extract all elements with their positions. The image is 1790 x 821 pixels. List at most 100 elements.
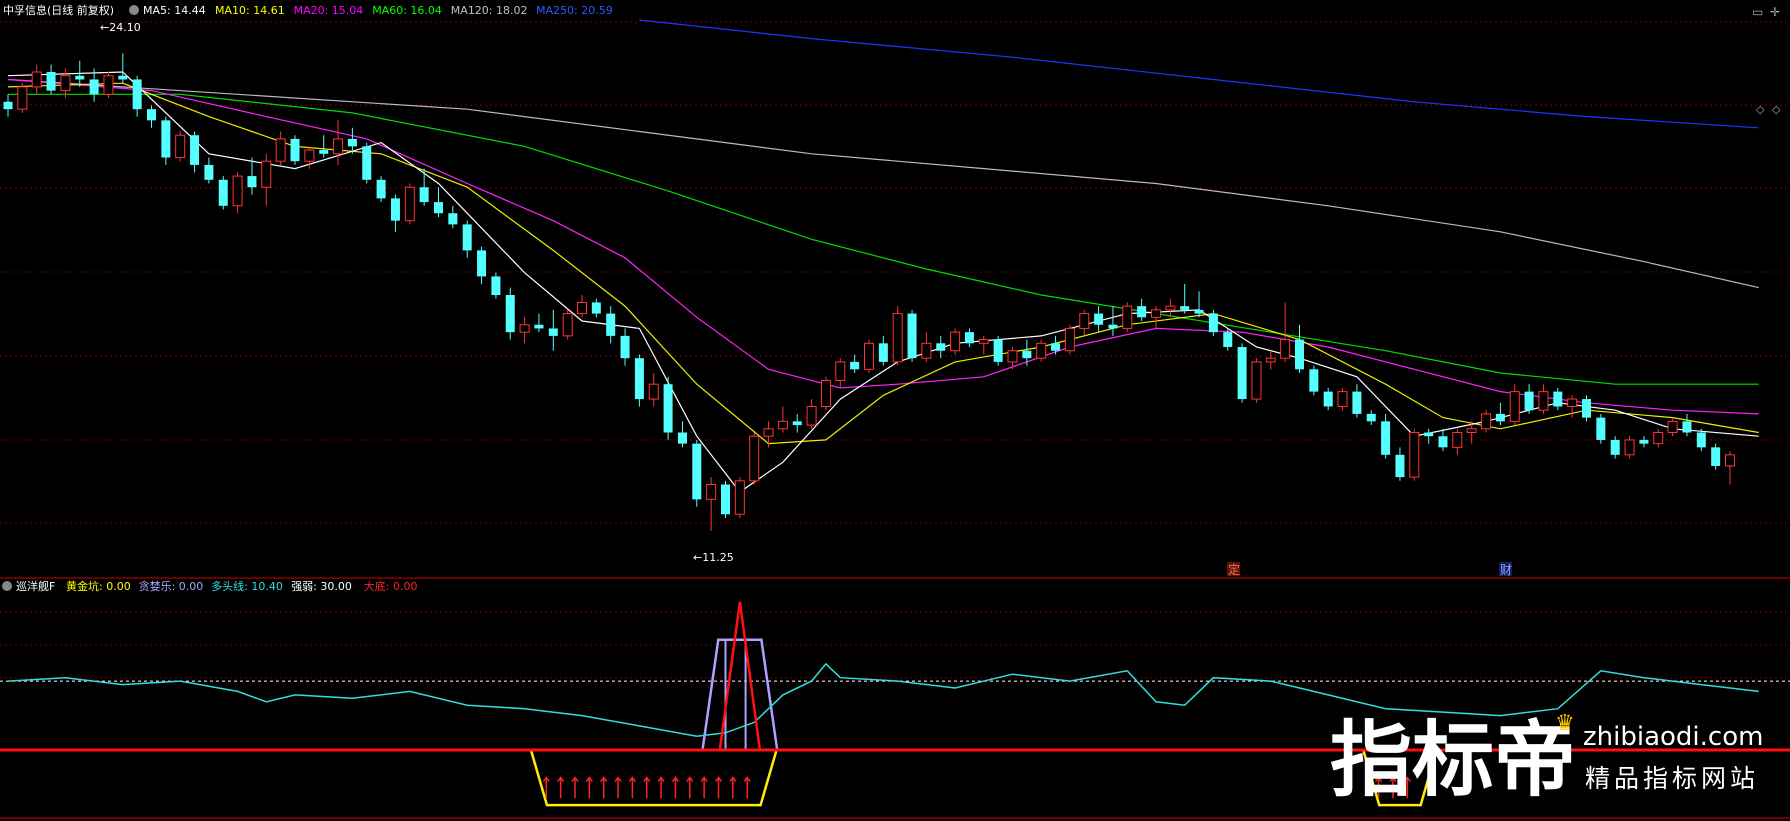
candle — [1064, 324, 1075, 355]
candle-body-up — [17, 86, 28, 110]
candle — [261, 153, 272, 206]
indicator-legend-item: 多头线: 10.40 — [211, 579, 283, 593]
candle-body-down — [792, 421, 802, 426]
candle-body-up — [1538, 391, 1549, 411]
candle-body-down — [850, 361, 860, 370]
candle — [1495, 402, 1505, 426]
candle-body-down — [1424, 432, 1434, 437]
candle-body-up — [1725, 454, 1735, 467]
candle — [1667, 417, 1678, 437]
candle — [103, 72, 114, 99]
candle-body-down — [1094, 313, 1104, 325]
candle-body-down — [1180, 306, 1190, 310]
candle-body-up — [1466, 428, 1477, 433]
candle-body-down — [878, 343, 888, 362]
candle-body-up — [60, 75, 71, 92]
candle — [1366, 410, 1376, 426]
candle — [978, 335, 989, 355]
candle — [1051, 335, 1061, 355]
candle — [1610, 436, 1620, 459]
candle — [1711, 443, 1721, 470]
candle-body-down — [1639, 439, 1649, 444]
candle — [1596, 413, 1606, 444]
scroll-diamond-icon[interactable]: ◇ — [1772, 103, 1781, 116]
ma-legend: MA5: 14.44 MA10: 14.61 MA20: 15.04 MA60: 16… — [143, 4, 613, 17]
candle-body-down — [290, 138, 300, 162]
candle-body-down — [477, 250, 487, 277]
bottom-arrow — [657, 776, 665, 799]
ma250-line — [639, 19, 1759, 129]
candle — [247, 157, 257, 195]
candle-body-down — [1323, 391, 1333, 407]
candle-body-up — [1567, 398, 1578, 407]
candle-body-down — [663, 384, 673, 433]
candle — [390, 194, 400, 232]
candle-body-up — [519, 324, 530, 333]
candle-body-up — [304, 149, 315, 162]
candle-body-down — [721, 484, 730, 515]
candle — [1337, 387, 1348, 411]
candle-body-down — [620, 335, 630, 359]
candle — [634, 354, 644, 407]
candle-body-down — [118, 75, 128, 80]
ma5-line — [7, 71, 1759, 493]
candle-body-down — [347, 138, 357, 147]
candle-body-up — [232, 175, 243, 207]
candle-body-up — [1509, 391, 1520, 422]
candle-body-down — [419, 187, 429, 203]
candle — [692, 439, 702, 507]
candle-body-up — [1337, 391, 1348, 407]
candle-body-up — [763, 428, 774, 437]
bottom-arrow — [628, 776, 637, 799]
ma-legend-item: MA5: 14.44 — [143, 4, 206, 17]
candle-body-down — [1295, 339, 1304, 370]
candle-body-up — [103, 75, 114, 95]
ma10-line — [7, 82, 1759, 445]
candle — [448, 205, 458, 229]
candle — [548, 309, 558, 351]
bottom-arrow — [643, 776, 651, 799]
candle-body-up — [175, 134, 186, 158]
candle-body-down — [218, 179, 228, 206]
candle-body-down — [1596, 417, 1606, 440]
candle — [204, 157, 214, 184]
bottom-arrow — [600, 776, 608, 799]
indicator-menu-icon[interactable] — [2, 581, 12, 591]
candle-body-down — [204, 164, 214, 180]
candle-body-down — [993, 339, 1003, 362]
candle-body-down — [491, 276, 501, 295]
settings-icon[interactable]: ▭ — [1752, 5, 1763, 19]
candle — [1237, 343, 1247, 403]
title-menu-icon[interactable] — [129, 5, 139, 15]
chart-title: 中孚信息(日线 前复权) — [3, 3, 114, 17]
indicator-legend-item: 黄金坑: 0.00 — [66, 579, 131, 593]
scroll-diamond-icon[interactable]: ◇ — [1756, 103, 1765, 116]
candle-body-down — [1237, 347, 1247, 400]
ma-legend-item: MA120: 18.02 — [451, 4, 528, 17]
candle — [835, 358, 846, 388]
candle — [1481, 410, 1492, 433]
candle — [648, 373, 659, 407]
candle — [419, 168, 429, 206]
candle-body-down — [247, 176, 257, 188]
candle-body-up — [261, 160, 272, 188]
candle — [1022, 339, 1032, 366]
candle — [734, 477, 745, 518]
candle-body-down — [1366, 413, 1376, 422]
indicator-legend-item: 大底: 0.00 — [364, 579, 418, 593]
candle — [1438, 428, 1448, 452]
candle-body-down — [319, 150, 329, 154]
candle — [907, 309, 917, 362]
candle-body-down — [462, 224, 472, 251]
candle-body-down — [1582, 399, 1591, 418]
candle — [534, 313, 544, 333]
candle-body-up — [749, 435, 760, 482]
candle — [118, 53, 128, 84]
bottom-arrow — [700, 776, 708, 799]
candle-body-down — [1696, 432, 1706, 448]
high-price-value: 24.10 — [109, 21, 141, 34]
candle — [806, 399, 817, 429]
candle — [175, 131, 186, 162]
expand-icon[interactable]: ✛ — [1770, 5, 1780, 19]
candle — [462, 220, 472, 258]
